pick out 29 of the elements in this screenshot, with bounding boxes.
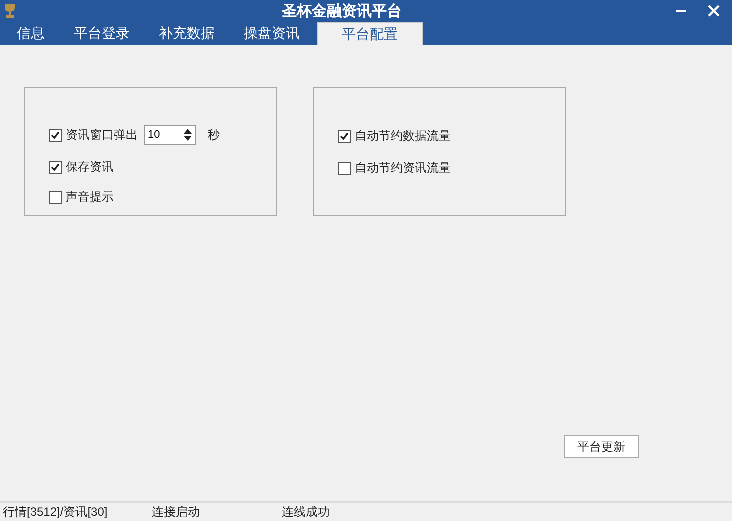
status-text: 连线成功 [282,504,331,521]
status-text: 行情[3512]/资讯[30] [2,504,109,521]
checkmark-icon [340,132,349,140]
checkbox[interactable] [49,190,62,204]
tab[interactable]: 操盘资讯 [232,22,312,45]
checkmark-icon [51,130,60,140]
tab[interactable]: 补充数据 [147,22,227,45]
checkbox[interactable] [338,162,351,174]
checkmark-icon [51,162,60,172]
option-label: 保存资讯 [66,159,114,176]
option-label: 资讯窗口弹出 [66,127,138,144]
window-title: 圣杯金融资讯平台 [282,2,402,22]
up-down-arrows-icon [183,128,193,142]
trophy-icon [4,3,16,19]
tab[interactable]: 信息 [5,22,57,45]
unit-label: 秒 [208,127,220,144]
status-text: 连接启动 [152,504,201,521]
checkbox[interactable] [338,130,351,142]
close-button[interactable] [708,5,720,17]
tab[interactable]: 平台配置 [317,22,423,45]
option-label: 自动节约数据流量 [355,128,451,145]
tab[interactable]: 平台登录 [62,22,142,45]
option-label: 自动节约资讯流量 [355,160,451,177]
option-label: 声音提示 [66,189,114,206]
update-button[interactable]: 平台更新 [564,435,639,458]
spinner-value: 10 [147,128,162,143]
checkbox[interactable] [49,160,62,174]
number-spinner[interactable]: 10 [144,125,196,145]
checkbox[interactable] [49,128,62,142]
